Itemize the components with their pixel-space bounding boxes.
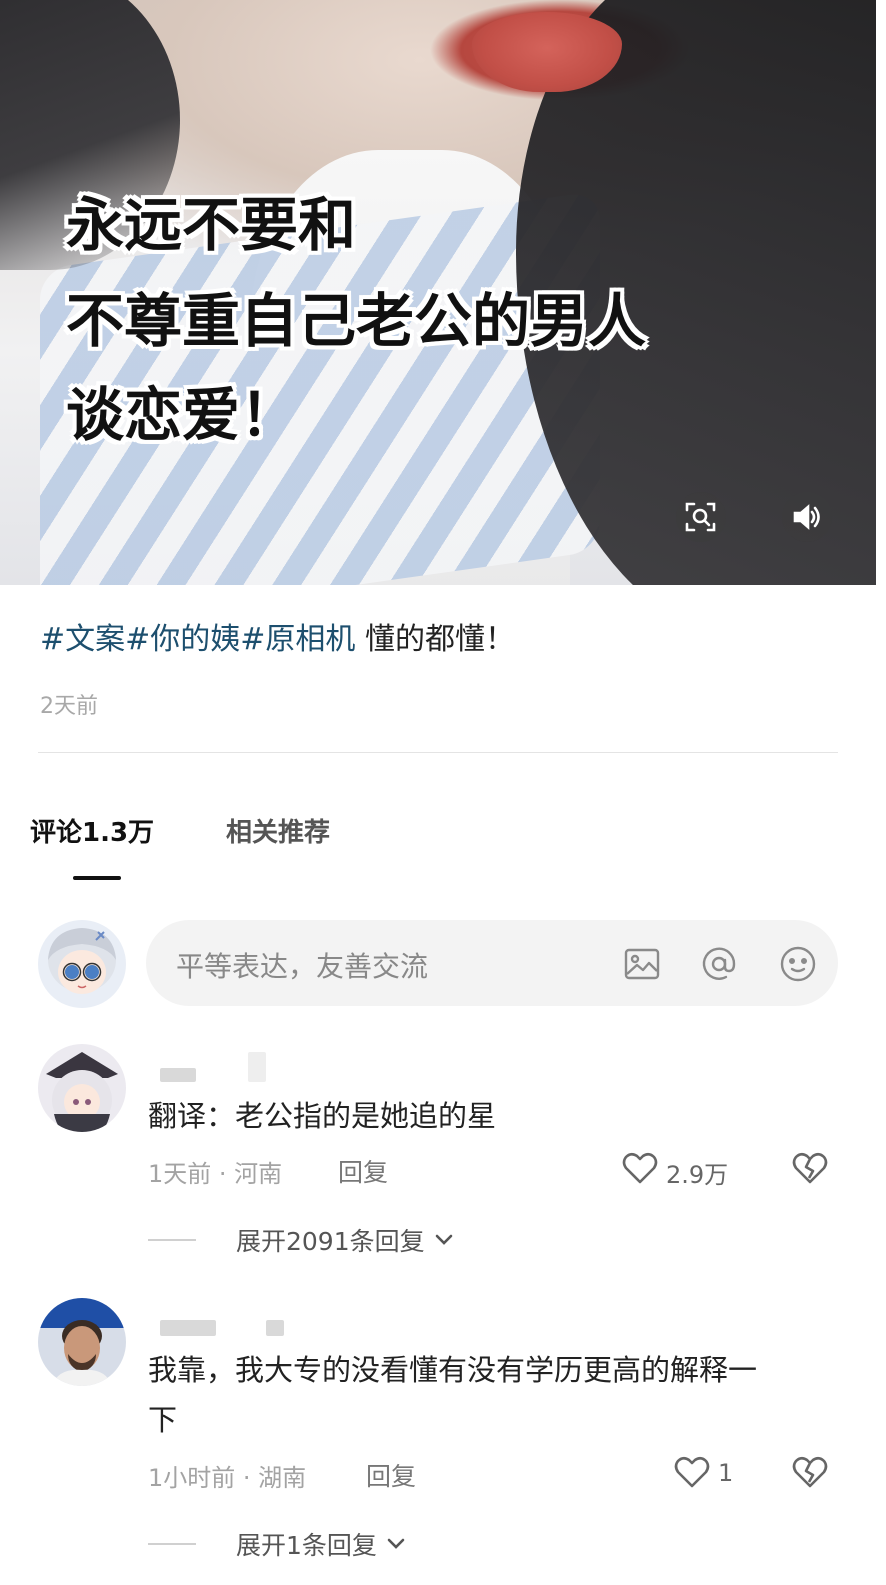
comment-input-placeholder: 平等表达，友善交流 (176, 950, 429, 983)
caption-text: 懂的都懂！ (364, 622, 515, 657)
divider (38, 752, 838, 753)
expand-replies-label: 展开2091条回复 (236, 1227, 425, 1256)
username-redacted[interactable] (160, 1068, 196, 1082)
my-avatar[interactable] (38, 920, 126, 1008)
like-icon[interactable] (672, 1452, 712, 1492)
video-overlay-line-1: 永远不要和 (66, 191, 357, 259)
user-badge-redacted (248, 1052, 266, 1082)
post-caption: #文案#你的姨#原相机 懂的都懂！ (40, 620, 515, 660)
reply-button[interactable]: 回复 (366, 1457, 416, 1493)
comment-avatar[interactable] (38, 1044, 126, 1132)
like-count: 2.9万 (666, 1161, 729, 1189)
username-redacted[interactable] (160, 1320, 216, 1336)
comment-text-line-2: 下 (148, 1403, 178, 1437)
tab-active-indicator (73, 876, 121, 880)
expand-replies-label: 展开1条回复 (236, 1531, 377, 1560)
chevron-down-icon (431, 1227, 457, 1253)
at-icon[interactable] (699, 944, 739, 984)
hashtag-links[interactable]: #文案#你的姨#原相机 (40, 622, 355, 657)
tab-related[interactable]: 相关推荐 (226, 812, 330, 849)
comment-text-line-1: 我靠，我大专的没看懂有没有学历更高的解释一 (148, 1353, 758, 1387)
expand-line (148, 1543, 196, 1545)
volume-icon (790, 500, 824, 534)
comment-time-location: 1天前 · 河南 (148, 1160, 283, 1188)
post-time: 2天前 (40, 694, 98, 719)
expand-line (148, 1239, 196, 1241)
dislike-icon[interactable] (790, 1148, 830, 1188)
comment-text: 翻译：老公指的是她追的星 (148, 1099, 497, 1133)
chevron-down-icon (383, 1531, 409, 1557)
comment-input[interactable]: 平等表达，友善交流 (146, 920, 838, 1006)
search-image-icon (684, 500, 718, 534)
comment-time-location: 1小时前 · 湖南 (148, 1464, 307, 1492)
volume-button[interactable] (782, 492, 832, 542)
like-icon[interactable] (620, 1148, 660, 1188)
user-badge-redacted (266, 1320, 284, 1336)
image-icon[interactable] (622, 944, 662, 984)
tab-comments[interactable]: 评论1.3万 (30, 812, 154, 849)
expand-replies-button[interactable]: 展开2091条回复 (148, 1222, 457, 1258)
video-player[interactable]: 永远不要和 不尊重自己老公的男人 谈恋爱！ (0, 0, 876, 585)
dislike-icon[interactable] (790, 1452, 830, 1492)
emoji-icon[interactable] (778, 944, 818, 984)
comment-avatar[interactable] (38, 1298, 126, 1386)
video-overlay-line-3: 谈恋爱！ (66, 381, 299, 449)
search-image-button[interactable] (676, 492, 726, 542)
video-overlay-line-2: 不尊重自己老公的男人 (66, 287, 647, 355)
reply-button[interactable]: 回复 (338, 1153, 388, 1189)
like-count: 1 (718, 1459, 734, 1487)
expand-replies-button[interactable]: 展开1条回复 (148, 1526, 409, 1562)
